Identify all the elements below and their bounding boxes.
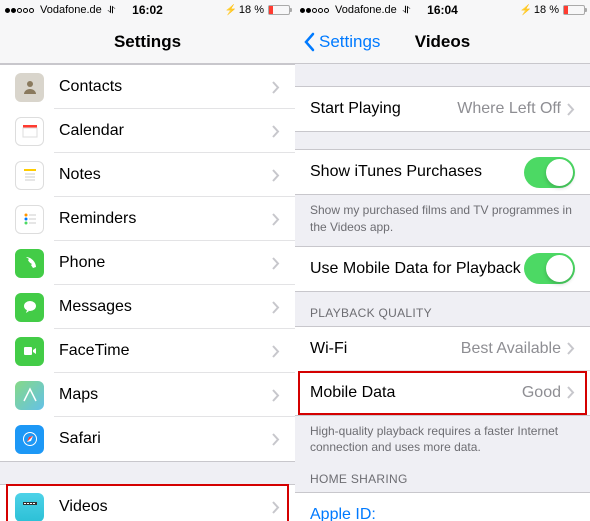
status-bar: Vodafone.de ⥯ 16:04 ⚡ 18 % bbox=[295, 0, 590, 20]
chevron-right-icon bbox=[567, 386, 575, 399]
row-calendar[interactable]: Calendar bbox=[0, 109, 295, 153]
clock: 16:04 bbox=[427, 3, 458, 17]
chevron-right-icon bbox=[567, 103, 575, 116]
mobile-quality-value: Good bbox=[522, 384, 561, 402]
row-maps[interactable]: Maps bbox=[0, 373, 295, 417]
phone-icon bbox=[15, 249, 44, 278]
chevron-right-icon bbox=[272, 433, 280, 446]
row-apple-id[interactable]: Apple ID: bbox=[295, 493, 590, 521]
videos-icon bbox=[15, 493, 44, 521]
toggle-show-purchases[interactable] bbox=[524, 157, 575, 188]
wifi-icon: ⥯ bbox=[108, 5, 115, 16]
chevron-right-icon bbox=[272, 125, 280, 138]
chevron-right-icon bbox=[272, 213, 280, 226]
chevron-right-icon bbox=[272, 345, 280, 358]
row-messages[interactable]: Messages bbox=[0, 285, 295, 329]
status-bar: Vodafone.de ⥯ 16:02 ⚡ 18 % bbox=[0, 0, 295, 20]
notes-icon bbox=[15, 161, 44, 190]
videos-screen: Vodafone.de ⥯ 16:04 ⚡ 18 % Settings Vide… bbox=[295, 0, 590, 521]
row-mobile-quality[interactable]: Mobile Data Good bbox=[295, 371, 590, 415]
battery-icon bbox=[268, 5, 290, 15]
quality-header: PLAYBACK QUALITY bbox=[295, 292, 590, 326]
row-wifi-quality[interactable]: Wi-Fi Best Available bbox=[295, 327, 590, 371]
navbar: Settings bbox=[0, 20, 295, 64]
signal-icon bbox=[300, 8, 329, 13]
row-mobile-data-playback: Use Mobile Data for Playback bbox=[295, 247, 590, 291]
settings-screen: Vodafone.de ⥯ 16:02 ⚡ 18 % Settings Cont… bbox=[0, 0, 295, 521]
chevron-right-icon bbox=[272, 501, 280, 514]
messages-icon bbox=[15, 293, 44, 322]
chevron-right-icon bbox=[272, 389, 280, 402]
row-phone[interactable]: Phone bbox=[0, 241, 295, 285]
start-playing-value: Where Left Off bbox=[457, 100, 561, 118]
wifi-quality-value: Best Available bbox=[461, 340, 561, 358]
page-title: Videos bbox=[415, 32, 470, 52]
chevron-right-icon bbox=[272, 169, 280, 182]
bluetooth-icon: ⚡ bbox=[224, 5, 236, 16]
back-button[interactable]: Settings bbox=[303, 32, 380, 52]
chevron-left-icon bbox=[303, 32, 315, 52]
row-reminders[interactable]: Reminders bbox=[0, 197, 295, 241]
purchases-footer: Show my purchased films and TV programme… bbox=[295, 195, 590, 246]
battery-pct: 18 % bbox=[534, 4, 559, 16]
calendar-icon bbox=[15, 117, 44, 146]
row-contacts[interactable]: Contacts bbox=[0, 65, 295, 109]
row-facetime[interactable]: FaceTime bbox=[0, 329, 295, 373]
facetime-icon bbox=[15, 337, 44, 366]
bluetooth-icon: ⚡ bbox=[519, 5, 531, 16]
chevron-right-icon bbox=[567, 342, 575, 355]
safari-icon bbox=[15, 425, 44, 454]
quality-footer: High-quality playback requires a faster … bbox=[295, 416, 590, 467]
signal-icon bbox=[5, 8, 34, 13]
row-start-playing[interactable]: Start Playing Where Left Off bbox=[295, 87, 590, 131]
page-title: Settings bbox=[114, 32, 181, 52]
home-sharing-header: HOME SHARING bbox=[295, 466, 590, 492]
battery-icon bbox=[563, 5, 585, 15]
reminders-icon bbox=[15, 205, 44, 234]
battery-pct: 18 % bbox=[239, 4, 264, 16]
carrier: Vodafone.de bbox=[40, 4, 102, 16]
row-notes[interactable]: Notes bbox=[0, 153, 295, 197]
toggle-mobile-data[interactable] bbox=[524, 253, 575, 284]
wifi-icon: ⥯ bbox=[403, 5, 410, 16]
row-safari[interactable]: Safari bbox=[0, 417, 295, 461]
carrier: Vodafone.de bbox=[335, 4, 397, 16]
row-show-purchases: Show iTunes Purchases bbox=[295, 150, 590, 194]
maps-icon bbox=[15, 381, 44, 410]
chevron-right-icon bbox=[272, 301, 280, 314]
row-videos[interactable]: Videos bbox=[0, 485, 295, 521]
navbar: Settings Videos bbox=[295, 20, 590, 64]
chevron-right-icon bbox=[272, 81, 280, 94]
chevron-right-icon bbox=[272, 257, 280, 270]
contacts-icon bbox=[15, 73, 44, 102]
clock: 16:02 bbox=[132, 3, 163, 17]
